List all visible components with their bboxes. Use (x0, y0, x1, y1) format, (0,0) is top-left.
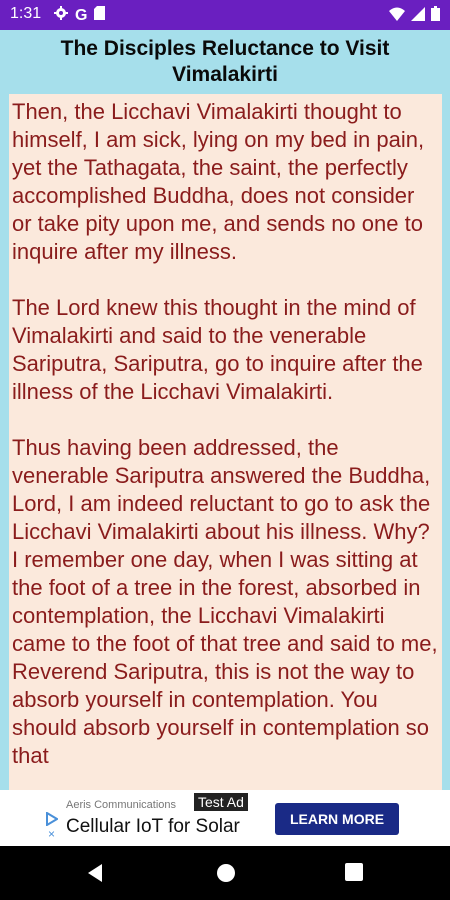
text-scroll-view[interactable]: Then, the Licchavi Vimalakirti thought t… (9, 94, 442, 790)
signal-icon (411, 6, 425, 26)
wifi-icon (389, 7, 405, 26)
battery-icon (431, 6, 440, 26)
test-ad-badge: Test Ad (194, 793, 248, 811)
status-bar: 1:31 G (0, 0, 450, 30)
home-icon[interactable] (216, 863, 236, 883)
gear-icon (54, 6, 68, 25)
paragraph-3: Thus having been addressed, the venerabl… (12, 435, 438, 768)
google-icon: G (75, 6, 88, 24)
page-title: The Disciples Reluctance to Visit Vimala… (60, 37, 390, 86)
ad-headline[interactable]: Cellular IoT for Solar (66, 816, 240, 838)
learn-more-button[interactable]: LEARN MORE (275, 803, 399, 835)
back-icon[interactable] (86, 863, 106, 883)
status-time: 1:31 (10, 5, 42, 22)
ad-advertiser: Aeris Communications (66, 799, 177, 811)
sd-card-icon (94, 6, 106, 25)
recents-icon[interactable] (345, 863, 365, 883)
paragraph-1: Then, the Licchavi Vimalakirti thought t… (12, 99, 425, 264)
close-icon[interactable]: × (48, 828, 55, 840)
navigation-bar (0, 846, 450, 900)
paragraph-2: The Lord knew this thought in the mind o… (12, 295, 423, 404)
ad-banner[interactable]: × Aeris Communications Test Ad Cellular … (0, 790, 450, 846)
app-content: The Disciples Reluctance to Visit Vimala… (0, 30, 450, 790)
status-icons-right (389, 6, 440, 26)
status-icons-left: G (54, 6, 106, 25)
